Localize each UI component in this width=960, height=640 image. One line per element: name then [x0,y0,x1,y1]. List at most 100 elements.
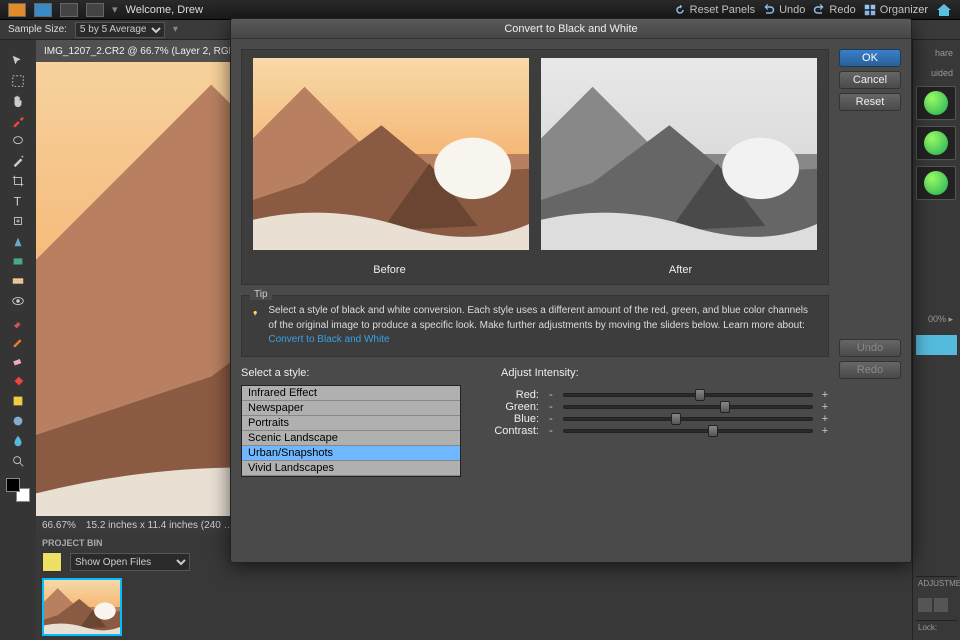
shape-tool[interactable] [7,252,29,270]
zoom-tool[interactable] [7,452,29,470]
convert-bw-dialog: Convert to Black and White Before After [230,18,912,563]
undo-icon [763,4,775,16]
workspace-dropdown-icon[interactable]: ▾ [112,3,118,16]
share-tab[interactable]: hare [916,46,957,60]
crop-tool[interactable] [7,172,29,190]
zoom-level[interactable]: 66.67% [42,520,76,531]
sponge-tool[interactable] [7,412,29,430]
style-option[interactable]: Urban/Snapshots [242,446,460,461]
tip-link[interactable]: Convert to Black and White [268,334,389,345]
dialog-undo-button[interactable]: Undo [839,339,901,357]
welcome-text: Welcome, Drew [126,4,203,16]
slider-thumb[interactable] [695,389,705,401]
slider-track[interactable] [563,405,813,409]
eye-tool[interactable] [7,292,29,310]
brush-tool[interactable] [7,312,29,330]
preview-panel: Before After [241,49,829,285]
slider-thumb[interactable] [708,425,718,437]
document-tab[interactable]: IMG_1207_2.CR2 @ 66.7% (Layer 2, RGB/8) … [36,40,263,62]
style-listbox[interactable]: Infrared EffectNewspaperPortraitsScenic … [241,385,461,477]
app-menu-icon[interactable] [8,3,26,17]
slider-minus[interactable]: - [547,401,555,413]
slider-minus[interactable]: - [547,425,555,437]
hand-tool[interactable] [7,92,29,110]
navigator-highlight[interactable] [916,335,957,355]
slider-plus[interactable]: + [821,413,829,425]
slider-track[interactable] [563,393,813,397]
slider-track[interactable] [563,429,813,433]
tip-label: Tip [250,289,272,300]
style-option[interactable]: Vivid Landscapes [242,461,460,476]
before-preview [253,58,529,250]
guided-tab[interactable]: uided [916,66,957,80]
sample-size-select[interactable]: 5 by 5 Average [75,22,165,38]
slider-plus[interactable]: + [821,389,829,401]
style-option[interactable]: Newspaper [242,401,460,416]
effect-thumb[interactable] [916,86,956,120]
note-tool[interactable] [7,392,29,410]
home-icon[interactable] [936,2,952,18]
slider-track[interactable] [563,417,813,421]
before-label: Before [250,264,529,276]
clone-tool[interactable] [7,232,29,250]
type-tool[interactable]: T [7,192,29,210]
effect-thumb[interactable] [916,126,956,160]
options-dropdown-icon[interactable]: ▾ [173,24,178,35]
project-bin-thumbnail[interactable] [42,578,122,636]
style-option[interactable]: Infrared Effect [242,386,460,401]
slider-label: Green: [481,401,539,413]
eraser-tool[interactable] [7,352,29,370]
ok-button[interactable]: OK [839,49,901,67]
healing-tool[interactable] [7,212,29,230]
layers-lock-label: Lock: [916,620,957,634]
slider-minus[interactable]: - [547,413,555,425]
style-option[interactable]: Portraits [242,416,460,431]
color-swatches[interactable] [6,478,30,502]
tip-text: Select a style of black and white conver… [268,304,818,348]
slider-label: Red: [481,389,539,401]
gradient-tool[interactable] [7,272,29,290]
project-bin-swatch[interactable] [42,552,62,572]
after-preview [541,58,817,250]
slider-plus[interactable]: + [821,425,829,437]
organizer-button[interactable]: Organizer [864,4,928,16]
move-tool[interactable] [7,52,29,70]
undo-button[interactable]: Undo [763,4,805,16]
cancel-button[interactable]: Cancel [839,71,901,89]
adjustments-icons [916,596,957,614]
organizer-icon [864,4,876,16]
doc-dimensions: 15.2 inches x 11.4 inches (240 … [86,520,234,531]
reset-button[interactable]: Reset [839,93,901,111]
slider-row: Contrast:-+ [481,425,829,437]
slider-minus[interactable]: - [547,389,555,401]
style-option[interactable]: Scenic Landscape [242,431,460,446]
reset-panels-button[interactable]: Reset Panels [674,4,755,16]
redo-button[interactable]: Redo [813,4,855,16]
app-menubar: ▾ Welcome, Drew Reset Panels Undo Redo O… [0,0,960,20]
dialog-redo-button[interactable]: Redo [839,361,901,379]
marquee-tool[interactable] [7,72,29,90]
slider-row: Green:- + [481,401,829,413]
redo-icon [813,4,825,16]
bucket-tool[interactable] [7,372,29,390]
slider-thumb[interactable] [720,401,730,413]
sample-size-label: Sample Size: [8,24,67,35]
effect-thumb[interactable] [916,166,956,200]
magic-wand-tool[interactable] [7,152,29,170]
slider-plus[interactable]: + [821,401,829,413]
zoom-indicator[interactable]: 00% ▸ [916,312,957,327]
eyedropper-tool[interactable] [7,112,29,130]
project-bin-filter[interactable]: Show Open Files [70,553,190,571]
adj-icon[interactable] [934,598,948,612]
adj-icon[interactable] [918,598,932,612]
arrange-icon[interactable] [34,3,52,17]
pencil-tool[interactable] [7,332,29,350]
slider-thumb[interactable] [671,413,681,425]
workspace-icon[interactable] [86,3,104,17]
dialog-title: Convert to Black and White [231,19,911,39]
foreground-color-swatch[interactable] [6,478,20,492]
blur-tool[interactable] [7,432,29,450]
lasso-tool[interactable] [7,132,29,150]
screen-mode-icon[interactable] [60,3,78,17]
toolbox: T [0,40,36,640]
